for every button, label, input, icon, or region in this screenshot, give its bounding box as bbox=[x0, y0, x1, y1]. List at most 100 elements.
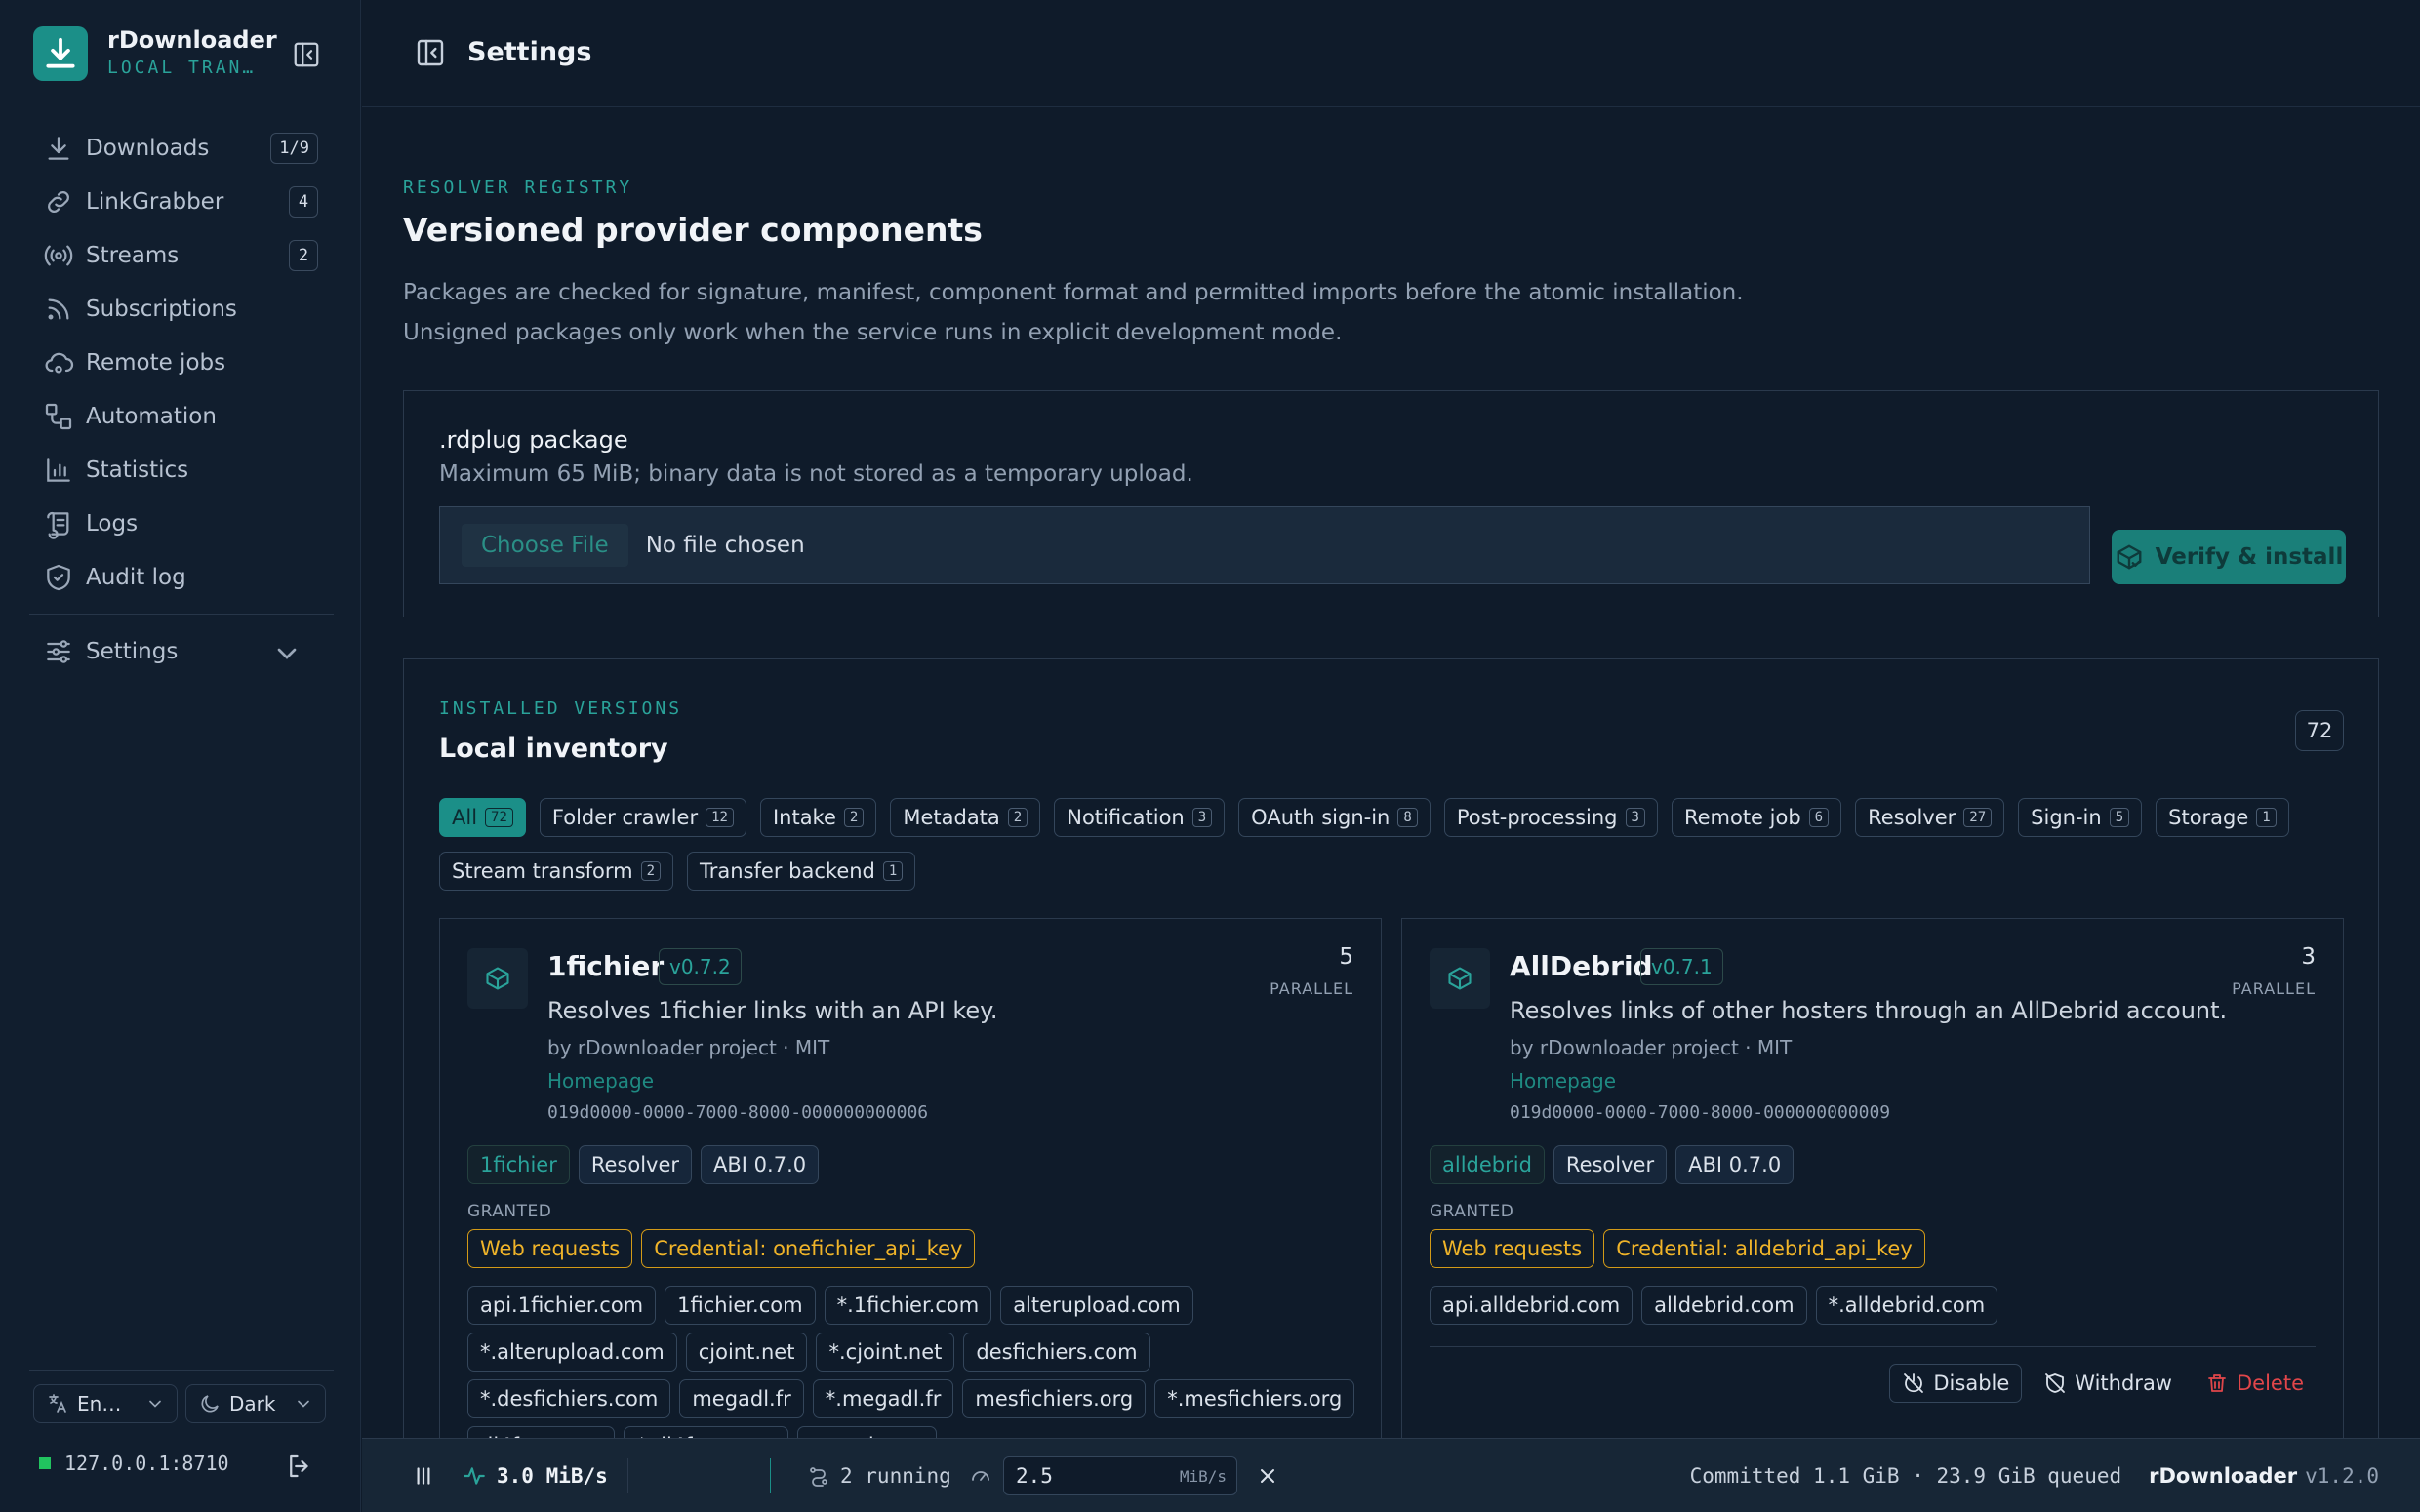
delete-label: Delete bbox=[2237, 1372, 2304, 1395]
sidebar-item-statistics[interactable]: Statistics bbox=[29, 443, 334, 497]
filter-count: 1 bbox=[2256, 808, 2277, 827]
card-divider bbox=[1430, 1346, 2316, 1347]
filter-count: 27 bbox=[1963, 808, 1993, 827]
language-select[interactable]: En… bbox=[33, 1384, 178, 1423]
sidebar-item-label: LinkGrabber bbox=[86, 188, 224, 215]
status-separator bbox=[770, 1458, 771, 1493]
logout-icon[interactable] bbox=[285, 1452, 314, 1487]
homepage-link[interactable]: Homepage bbox=[547, 1069, 654, 1093]
pause-all-icon[interactable] bbox=[411, 1439, 446, 1512]
filter-chip[interactable]: Resolver 27 bbox=[1855, 798, 2005, 837]
filter-chip[interactable]: Notification 3 bbox=[1054, 798, 1226, 837]
filter-count: 2 bbox=[640, 861, 662, 881]
sidebar-item-label: Subscriptions bbox=[86, 296, 237, 322]
package-file-input[interactable]: Choose File No file chosen bbox=[439, 506, 2090, 584]
filter-count: 8 bbox=[1397, 808, 1418, 827]
description-line: Unsigned packages only work when the ser… bbox=[403, 320, 1343, 345]
host-tag: alterupload.com bbox=[1000, 1286, 1193, 1325]
filter-chip[interactable]: Post-processing 3 bbox=[1443, 798, 1658, 837]
plugin-version: v0.7.2 bbox=[659, 948, 742, 985]
package-upload-card: .rdplug package Maximum 65 MiB; binary d… bbox=[403, 390, 2379, 617]
package-description: Maximum 65 MiB; binary data is not store… bbox=[439, 461, 1193, 487]
package-icon bbox=[2117, 544, 2142, 570]
permission-list: Web requests Credential: onefichier_api_… bbox=[467, 1229, 984, 1268]
plugin-card-alldebrid: AllDebrid v0.7.1 3 PARALLEL Resolves lin… bbox=[1401, 918, 2344, 1512]
plugin-name: 1fichier bbox=[547, 950, 665, 982]
sliders-icon bbox=[47, 639, 70, 663]
sidebar-item-downloads[interactable]: Downloads 1/9 bbox=[29, 121, 334, 175]
host-tag: *.mesfichiers.org bbox=[1154, 1379, 1355, 1418]
filter-chip[interactable]: Transfer backend 1 bbox=[687, 852, 916, 891]
plugin-tag: ABI 0.7.0 bbox=[1675, 1145, 1795, 1184]
sidebar-item-label: Downloads bbox=[86, 135, 210, 161]
chevron-down-icon bbox=[149, 1400, 161, 1408]
toggle-sidebar-icon[interactable] bbox=[415, 37, 446, 74]
count-badge: 2 bbox=[289, 240, 318, 271]
inventory-card: INSTALLED VERSIONS Local inventory 72 Al… bbox=[403, 658, 2379, 1512]
speed-limit-unit: MiB/s bbox=[1179, 1466, 1227, 1486]
sidebar-item-settings[interactable]: Settings bbox=[29, 624, 334, 678]
permission-tag: Web requests bbox=[467, 1229, 633, 1268]
sidebar-item-automation[interactable]: Automation bbox=[29, 389, 334, 443]
filter-chip[interactable]: Metadata 2 bbox=[890, 798, 1041, 837]
filter-count: 6 bbox=[1808, 808, 1830, 827]
sidebar-item-subscriptions[interactable]: Subscriptions bbox=[29, 282, 334, 336]
filter-chip[interactable]: OAuth sign-in 8 bbox=[1238, 798, 1431, 837]
sidebar-item-linkgrabber[interactable]: LinkGrabber 4 bbox=[29, 175, 334, 228]
filter-chip[interactable]: Folder crawler 12 bbox=[539, 798, 746, 837]
sidebar-item-logs[interactable]: Logs bbox=[29, 497, 334, 550]
delete-button[interactable]: Delete bbox=[2194, 1364, 2316, 1403]
host-tag: mesfichiers.org bbox=[962, 1379, 1147, 1418]
bar-chart-icon bbox=[47, 458, 70, 482]
plugin-tag: 1fichier bbox=[467, 1145, 570, 1184]
host-tag: 1fichier.com bbox=[665, 1286, 816, 1325]
online-indicator bbox=[39, 1457, 51, 1469]
speed-limit-input[interactable]: 2.5 MiB/s bbox=[1003, 1456, 1237, 1495]
sidebar-item-streams[interactable]: Streams 2 bbox=[29, 228, 334, 282]
plugin-id: 019d0000-0000-7000-8000-000000000006 bbox=[547, 1102, 929, 1123]
disable-button[interactable]: Disable bbox=[1889, 1364, 2023, 1403]
plugin-version: v0.7.1 bbox=[1640, 948, 1723, 985]
chevron-down-icon bbox=[277, 648, 297, 659]
plugin-author: by rDownloader project · MIT bbox=[1510, 1036, 1793, 1059]
power-off-icon bbox=[1904, 1373, 1924, 1393]
filter-label: Remote job bbox=[1683, 806, 1801, 829]
theme-value: Dark bbox=[229, 1392, 276, 1415]
filter-chip[interactable]: Sign-in 5 bbox=[2018, 798, 2143, 837]
cube-icon bbox=[467, 948, 528, 1009]
collapse-sidebar-icon[interactable] bbox=[289, 37, 324, 72]
theme-select[interactable]: Dark bbox=[185, 1384, 326, 1423]
status-app-name: rDownloader bbox=[2149, 1464, 2298, 1488]
choose-file-button[interactable]: Choose File bbox=[462, 524, 628, 567]
sidebar-item-audit-log[interactable]: Audit log bbox=[29, 550, 334, 604]
filter-chip[interactable]: Intake 2 bbox=[759, 798, 877, 837]
parallel-label: PARALLEL bbox=[1270, 979, 1353, 998]
status-app-version: v1.2.0 bbox=[2305, 1464, 2379, 1488]
filter-chip[interactable]: Storage 1 bbox=[2156, 798, 2289, 837]
filter-chip[interactable]: Remote job 6 bbox=[1671, 798, 1842, 837]
status-separator bbox=[627, 1458, 628, 1493]
verify-install-button[interactable]: Verify & install bbox=[2112, 530, 2346, 584]
gauge-icon bbox=[969, 1439, 1002, 1512]
clear-limit-icon[interactable] bbox=[1256, 1439, 1289, 1512]
sidebar-item-label: Logs bbox=[86, 510, 139, 537]
chevron-down-icon bbox=[298, 1400, 309, 1408]
running-count: 2 running bbox=[807, 1439, 951, 1512]
filter-chip[interactable]: All 72 bbox=[439, 798, 526, 837]
homepage-link[interactable]: Homepage bbox=[1510, 1069, 1616, 1093]
sidebar-item-remote-jobs[interactable]: Remote jobs bbox=[29, 336, 334, 389]
permission-tag: Credential: alldebrid_api_key bbox=[1603, 1229, 1925, 1268]
filter-chip[interactable]: Stream transform 2 bbox=[439, 852, 674, 891]
count-badge: 4 bbox=[289, 186, 318, 218]
sidebar-divider bbox=[29, 614, 334, 615]
sidebar-nav: Downloads 1/9 LinkGrabber 4 Streams 2 Su… bbox=[29, 121, 334, 678]
filter-label: Transfer backend bbox=[700, 859, 875, 883]
sidebar-item-label: Streams bbox=[86, 242, 180, 268]
running-value: 2 running bbox=[840, 1464, 951, 1488]
withdraw-button[interactable]: Withdraw bbox=[2032, 1364, 2184, 1403]
filter-label: Resolver bbox=[1868, 806, 1956, 829]
host-tag: *.megadl.fr bbox=[812, 1379, 954, 1418]
brand[interactable]: rDownloader LOCAL TRAN… bbox=[33, 25, 277, 82]
plugin-tags: 1fichier Resolver ABI 0.7.0 bbox=[467, 1145, 827, 1184]
parallel-count: 3 bbox=[2301, 944, 2316, 970]
